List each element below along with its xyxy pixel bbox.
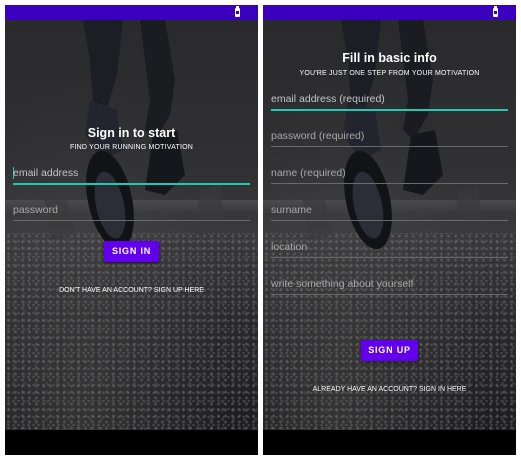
navigation-bar <box>5 430 258 455</box>
bio-field[interactable]: write something about yourself <box>271 272 508 295</box>
surname-field[interactable]: surname <box>271 198 508 221</box>
signin-screen: Sign in to start FIND YOUR RUNNING MOTIV… <box>5 5 258 455</box>
signup-button[interactable]: SIGN UP <box>361 340 418 361</box>
signup-screen: Fill in basic info YOU'RE JUST ONE STEP … <box>263 5 516 455</box>
location-placeholder: location <box>271 241 308 253</box>
signin-button[interactable]: SIGN IN <box>104 241 159 262</box>
signup-subtitle: YOU'RE JUST ONE STEP FROM YOUR MOTIVATIO… <box>299 70 480 77</box>
signup-form: Fill in basic info YOU'RE JUST ONE STEP … <box>263 20 516 430</box>
password-field[interactable]: password <box>13 198 250 221</box>
email-field[interactable]: email address <box>13 161 250 185</box>
signin-link[interactable]: ALREADY HAVE AN ACCOUNT? SIGN IN HERE <box>263 386 516 393</box>
surname-placeholder: surname <box>271 204 312 216</box>
name-field[interactable]: name (required) <box>271 161 508 184</box>
password-placeholder: password (required) <box>271 130 365 142</box>
navigation-bar <box>263 430 516 455</box>
email-placeholder: email address (required) <box>271 93 385 105</box>
battery-icon <box>235 6 240 17</box>
email-field[interactable]: email address (required) <box>271 87 508 111</box>
signup-link[interactable]: DON'T HAVE AN ACCOUNT? SIGN UP HERE <box>5 287 258 294</box>
status-bar <box>263 5 516 20</box>
signin-subtitle: FIND YOUR RUNNING MOTIVATION <box>69 144 194 151</box>
signup-title: Fill in basic info <box>342 51 437 65</box>
bio-placeholder: write something about yourself <box>271 278 414 290</box>
name-placeholder: name (required) <box>271 167 346 179</box>
signin-title: Sign in to start <box>87 126 176 140</box>
password-placeholder: password <box>13 204 58 216</box>
battery-icon <box>493 6 498 17</box>
password-field[interactable]: password (required) <box>271 124 508 147</box>
status-bar <box>5 5 258 20</box>
signin-form: Sign in to start FIND YOUR RUNNING MOTIV… <box>5 20 258 430</box>
email-placeholder: email address <box>13 167 79 179</box>
location-field[interactable]: location <box>271 235 508 258</box>
